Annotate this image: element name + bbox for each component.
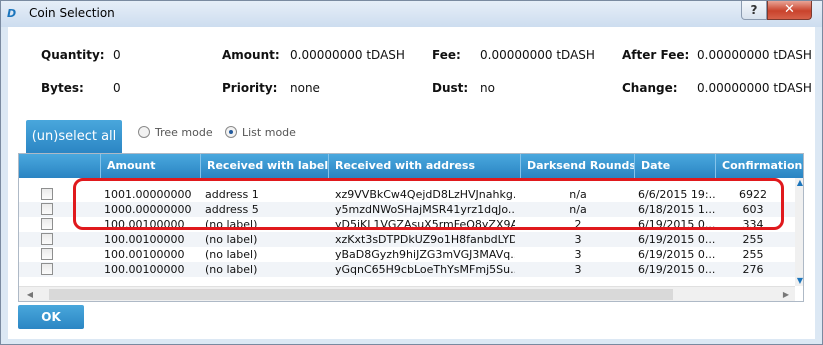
cell-address: xzKxt3sDTPDkUZ9o1H8fanbdLYD... <box>335 233 515 246</box>
cell-address: yBaD8Gyzh9hiJZG3mVGJ3MAVq... <box>335 248 515 261</box>
tree-mode-label: Tree mode <box>155 125 213 139</box>
priority-label: Priority: <box>222 81 278 95</box>
quantity-label: Quantity: <box>41 48 105 62</box>
cell-amount: 100.00100000 <box>104 233 185 246</box>
cell-rounds: 3 <box>574 248 582 261</box>
amount-label: Amount: <box>222 48 280 62</box>
column-header-address[interactable]: Received with address <box>329 154 521 178</box>
column-header-confirmations[interactable]: Confirmations <box>716 154 803 178</box>
priority-value: none <box>290 81 320 95</box>
fee-value: 0.00000000 tDASH <box>480 48 595 62</box>
list-mode-label: List mode <box>242 125 296 139</box>
coin-selection-window: D Coin Selection ? ✕ Quantity: 0 Bytes: … <box>0 0 823 345</box>
scroll-up-arrow-icon[interactable]: ▲ <box>795 178 803 188</box>
column-header-label[interactable]: Received with label <box>201 154 329 178</box>
scroll-left-arrow-icon[interactable]: ◀ <box>25 289 35 300</box>
radio-unchecked-icon[interactable] <box>138 126 150 138</box>
title-bar[interactable]: D Coin Selection ? ✕ <box>1 1 822 27</box>
amount-value: 0.00000000 tDASH <box>290 48 405 62</box>
cell-rounds: 3 <box>574 233 582 246</box>
row-checkbox[interactable] <box>41 263 53 275</box>
row-checkbox[interactable] <box>41 188 53 200</box>
row-checkbox[interactable] <box>41 203 53 215</box>
help-button[interactable]: ? <box>741 1 767 20</box>
change-value: 0.00000000 tDASH <box>697 81 812 95</box>
bytes-value: 0 <box>113 81 121 95</box>
row-checkbox[interactable] <box>41 218 53 230</box>
table-row[interactable]: 100.00100000 (no label) xzKxt3sDTPDkUZ9o… <box>19 232 795 247</box>
bytes-label: Bytes: <box>41 81 84 95</box>
column-header-date[interactable]: Date <box>635 154 716 178</box>
scroll-right-arrow-icon[interactable]: ▶ <box>781 289 791 300</box>
vertical-scrollbar[interactable]: ▲ ▼ <box>795 178 803 286</box>
tree-mode-radio[interactable]: Tree mode <box>138 125 213 139</box>
horizontal-scrollbar[interactable]: ◀ ▶ <box>19 286 795 301</box>
cell-address: yGqnC65H9cbLoeThYsMFmj5Su... <box>335 263 515 276</box>
cell-confirmations: 255 <box>742 248 764 261</box>
column-header-checkbox[interactable] <box>19 154 101 178</box>
after-fee-value: 0.00000000 tDASH <box>697 48 812 62</box>
window-title: Coin Selection <box>29 6 115 20</box>
horizontal-scroll-thumb[interactable] <box>49 289 673 300</box>
cell-label: (no label) <box>205 248 258 261</box>
dash-logo-icon: D <box>7 7 17 20</box>
scroll-down-arrow-icon[interactable]: ▼ <box>795 276 803 286</box>
radio-checked-icon[interactable] <box>225 126 237 138</box>
cell-label: (no label) <box>205 233 258 246</box>
quantity-value: 0 <box>113 48 121 62</box>
cell-confirmations: 255 <box>742 233 764 246</box>
cell-date: 6/19/2015 0... <box>638 263 716 276</box>
close-button[interactable]: ✕ <box>767 1 812 20</box>
row-checkbox[interactable] <box>41 233 53 245</box>
table-row[interactable]: 100.00100000 (no label) yBaD8Gyzh9hiJZG3… <box>19 247 795 262</box>
cell-date: 6/19/2015 0... <box>638 233 716 246</box>
cell-rounds: 3 <box>574 263 582 276</box>
red-highlight-annotation <box>73 178 784 230</box>
cell-confirmations: 276 <box>742 263 764 276</box>
column-header-amount[interactable]: Amount <box>101 154 201 178</box>
unselect-all-button[interactable]: (un)select all <box>26 120 122 153</box>
table-header: Amount Received with label Received with… <box>19 154 803 178</box>
list-mode-radio[interactable]: List mode <box>225 125 296 139</box>
cell-date: 6/19/2015 0... <box>638 248 716 261</box>
cell-amount: 100.00100000 <box>104 248 185 261</box>
dust-label: Dust: <box>432 81 469 95</box>
column-header-rounds[interactable]: Darksend Rounds <box>521 154 635 178</box>
change-label: Change: <box>622 81 678 95</box>
after-fee-label: After Fee: <box>622 48 690 62</box>
cell-label: (no label) <box>205 263 258 276</box>
table-row[interactable]: 100.00100000 (no label) yGqnC65H9cbLoeTh… <box>19 262 795 277</box>
fee-label: Fee: <box>432 48 461 62</box>
cell-amount: 100.00100000 <box>104 263 185 276</box>
dust-value: no <box>480 81 495 95</box>
row-checkbox[interactable] <box>41 248 53 260</box>
ok-button[interactable]: OK <box>18 305 84 329</box>
